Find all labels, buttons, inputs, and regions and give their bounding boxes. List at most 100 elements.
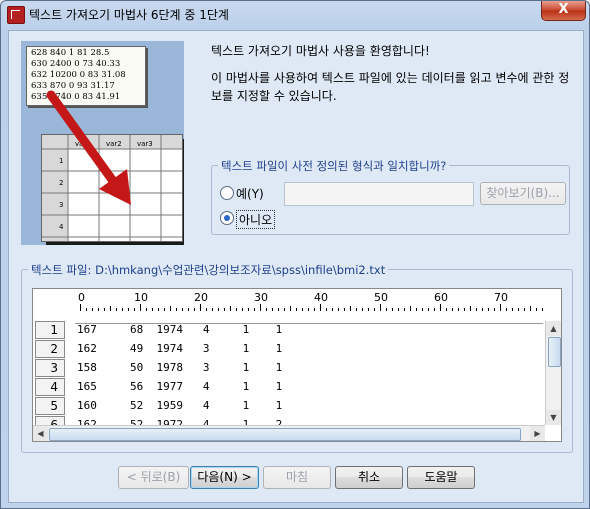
ruler-tick bbox=[272, 308, 273, 311]
ruler-tick bbox=[200, 304, 201, 311]
back-button[interactable]: < 뒤로(B) bbox=[118, 466, 189, 489]
note-line: 632 10200 0 83 31.08 bbox=[31, 70, 126, 80]
ruler-tick bbox=[134, 308, 135, 311]
ruler-tick bbox=[404, 308, 405, 311]
ruler-label: 50 bbox=[374, 291, 388, 304]
row-number: 4 bbox=[35, 378, 65, 396]
scroll-right-icon[interactable]: ▶ bbox=[530, 426, 545, 441]
row-text: 162 49 1974 3 1 1 bbox=[77, 342, 283, 355]
ruler-label: 70 bbox=[494, 291, 508, 304]
ruler-tick bbox=[488, 308, 489, 311]
horizontal-scroll-thumb[interactable] bbox=[49, 428, 521, 441]
ruler-tick bbox=[350, 306, 351, 311]
ruler-tick bbox=[128, 308, 129, 311]
ruler-tick bbox=[140, 304, 141, 311]
row-number: 2 bbox=[35, 340, 65, 358]
ruler-tick bbox=[218, 308, 219, 311]
ruler-tick bbox=[236, 308, 237, 311]
ruler-tick bbox=[212, 308, 213, 311]
format-match-question: 텍스트 파일이 사전 정의된 형식과 일치합니까? bbox=[218, 158, 450, 174]
ruler-tick bbox=[356, 308, 357, 311]
ruler-tick bbox=[380, 304, 381, 311]
ruler-tick bbox=[512, 308, 513, 311]
row-number: 1 bbox=[35, 321, 65, 339]
next-button[interactable]: 다음(N) > bbox=[190, 466, 259, 489]
wizard-window: 텍스트 가져오기 마법사 6단계 중 1단계 X 628 840 1 81 28… bbox=[0, 0, 590, 509]
ruler-tick bbox=[122, 308, 123, 311]
ruler-tick bbox=[416, 308, 417, 311]
format-match-group: 텍스트 파일이 사전 정의된 형식과 일치합니까? 예(Y) 찾아보기(B)..… bbox=[211, 158, 570, 235]
ruler-tick bbox=[260, 304, 261, 311]
ruler-tick bbox=[278, 308, 279, 311]
ruler-tick bbox=[500, 304, 501, 311]
close-button[interactable]: X bbox=[541, 1, 586, 21]
red-arrow-icon bbox=[46, 90, 131, 205]
title-bar: 텍스트 가져오기 마법사 6단계 중 1단계 X bbox=[1, 1, 589, 29]
ruler-tick bbox=[452, 308, 453, 311]
ruler-tick bbox=[362, 308, 363, 311]
scroll-down-icon[interactable]: ▼ bbox=[546, 410, 561, 425]
no-radio-label[interactable]: 아니오 bbox=[236, 210, 276, 229]
ruler-tick bbox=[266, 308, 267, 311]
ruler-tick bbox=[98, 308, 99, 311]
no-radio[interactable] bbox=[220, 211, 234, 225]
ruler-tick bbox=[176, 308, 177, 311]
row-text: 160 52 1959 4 1 1 bbox=[77, 399, 283, 412]
vertical-scrollbar[interactable]: ▲ ▼ bbox=[545, 321, 561, 425]
preview-row[interactable]: 2 162 49 1974 3 1 1 bbox=[33, 340, 545, 359]
ruler-tick bbox=[104, 308, 105, 311]
ruler-tick bbox=[518, 308, 519, 311]
help-button[interactable]: 도움말 bbox=[407, 466, 475, 489]
ruler-tick bbox=[332, 308, 333, 311]
ruler-tick bbox=[320, 304, 321, 311]
ruler-tick bbox=[164, 308, 165, 311]
ruler-label: 20 bbox=[194, 291, 208, 304]
note-line: 628 840 1 81 28.5 bbox=[31, 48, 110, 58]
preview-row[interactable]: 1 167 68 1974 4 1 1 bbox=[33, 321, 545, 340]
ruler-tick bbox=[494, 308, 495, 311]
yes-radio-label[interactable]: 예(Y) bbox=[236, 185, 264, 202]
predefined-format-path-input[interactable] bbox=[284, 182, 474, 206]
preview-row[interactable]: 5 160 52 1959 4 1 1 bbox=[33, 397, 545, 416]
preview-row[interactable]: 4 165 56 1977 4 1 1 bbox=[33, 378, 545, 397]
ruler-tick bbox=[188, 308, 189, 311]
column-ruler: 0 10 20 30 40 50 60 70 bbox=[33, 289, 543, 313]
ruler-label: 30 bbox=[254, 291, 268, 304]
ruler-tick bbox=[458, 308, 459, 311]
finish-button[interactable]: 마침 bbox=[263, 466, 331, 489]
browse-button[interactable]: 찾아보기(B)... bbox=[480, 182, 566, 205]
preview-row[interactable]: 3 158 50 1978 3 1 1 bbox=[33, 359, 545, 378]
wizard-description: 이 마법사를 사용하여 텍스트 파일에 있는 데이터를 읽고 변수에 관한 정보… bbox=[211, 71, 570, 103]
ruler-tick bbox=[308, 308, 309, 311]
ruler-tick bbox=[80, 304, 81, 311]
ruler-tick bbox=[86, 308, 87, 311]
ruler-tick bbox=[146, 308, 147, 311]
scroll-up-icon[interactable]: ▲ bbox=[546, 321, 561, 336]
ruler-tick bbox=[368, 308, 369, 311]
vertical-scroll-thumb[interactable] bbox=[548, 337, 561, 367]
ruler-tick bbox=[542, 308, 543, 311]
ruler-tick bbox=[296, 308, 297, 311]
ruler-tick bbox=[410, 306, 411, 311]
ruler-tick bbox=[374, 308, 375, 311]
ruler-tick bbox=[152, 308, 153, 311]
wizard-illustration: 628 840 1 81 28.5 630 2400 0 73 40.33 63… bbox=[21, 41, 184, 245]
ruler-tick bbox=[242, 308, 243, 311]
spss-app-icon bbox=[7, 6, 25, 24]
horizontal-scrollbar[interactable]: ◀ ▶ bbox=[33, 425, 545, 441]
row-number: 5 bbox=[35, 397, 65, 415]
row-number: 3 bbox=[35, 359, 65, 377]
yes-radio[interactable] bbox=[220, 186, 234, 200]
ruler-label: 60 bbox=[434, 291, 448, 304]
row-text: 165 56 1977 4 1 1 bbox=[77, 380, 283, 393]
ruler-tick bbox=[482, 308, 483, 311]
ruler-tick bbox=[302, 308, 303, 311]
ruler-tick bbox=[392, 308, 393, 311]
ruler-tick bbox=[446, 308, 447, 311]
ruler-tick bbox=[476, 308, 477, 311]
cancel-button[interactable]: 취소 bbox=[335, 466, 403, 489]
ruler-tick bbox=[314, 308, 315, 311]
ruler-label: 40 bbox=[314, 291, 328, 304]
ruler-tick bbox=[530, 306, 531, 311]
scroll-left-icon[interactable]: ◀ bbox=[33, 426, 48, 441]
